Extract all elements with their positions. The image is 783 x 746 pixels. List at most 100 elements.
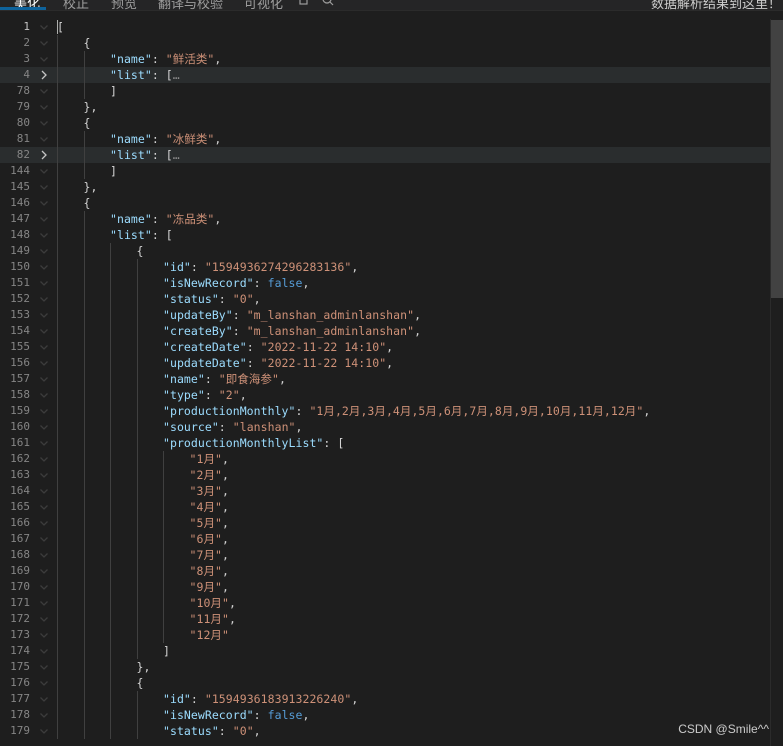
code-line[interactable]: 178 "isNewRecord": false,: [0, 707, 770, 723]
code-line[interactable]: 82 "list": […: [0, 147, 770, 163]
chevron-down-icon[interactable]: [38, 245, 50, 257]
chevron-down-icon[interactable]: [38, 677, 50, 689]
code-line[interactable]: 147 "name": "冻品类",: [0, 211, 770, 227]
chevron-down-icon[interactable]: [38, 725, 50, 737]
chevron-down-icon[interactable]: [38, 309, 50, 321]
code-line[interactable]: 179 "status": "0",: [0, 723, 770, 739]
code-line[interactable]: 168 "7月",: [0, 547, 770, 563]
chevron-down-icon[interactable]: [38, 709, 50, 721]
code-line[interactable]: 1[: [0, 19, 770, 35]
chevron-right-icon[interactable]: [38, 69, 50, 81]
code-line[interactable]: 162 "1月",: [0, 451, 770, 467]
chevron-down-icon[interactable]: [38, 613, 50, 625]
chevron-down-icon[interactable]: [38, 501, 50, 513]
code-line[interactable]: 171 "10月",: [0, 595, 770, 611]
code-line[interactable]: 4 "list": […: [0, 67, 770, 83]
chevron-down-icon[interactable]: [38, 549, 50, 561]
chevron-down-icon[interactable]: [38, 469, 50, 481]
chevron-down-icon[interactable]: [38, 373, 50, 385]
code-line[interactable]: 159 "productionMonthly": "1月,2月,3月,4月,5月,…: [0, 403, 770, 419]
code-line[interactable]: 145},: [0, 179, 770, 195]
chevron-down-icon[interactable]: [38, 629, 50, 641]
scrollbar-thumb[interactable]: [771, 20, 783, 298]
chevron-down-icon[interactable]: [38, 645, 50, 657]
code-line[interactable]: 79},: [0, 99, 770, 115]
chevron-down-icon[interactable]: [38, 197, 50, 209]
code-line[interactable]: 160 "source": "lanshan",: [0, 419, 770, 435]
chevron-down-icon[interactable]: [38, 21, 50, 33]
code-line[interactable]: 150 "id": "1594936274296283136",: [0, 259, 770, 275]
code-line[interactable]: 80 {: [0, 115, 770, 131]
code-line[interactable]: 81 "name": "冰鲜类",: [0, 131, 770, 147]
copy-icon[interactable]: [298, 0, 310, 6]
chevron-down-icon[interactable]: [38, 229, 50, 241]
code-line[interactable]: 173 "12月": [0, 627, 770, 643]
chevron-down-icon[interactable]: [38, 213, 50, 225]
code-line[interactable]: 144]: [0, 163, 770, 179]
code-line[interactable]: 151 "isNewRecord": false,: [0, 275, 770, 291]
code-editor[interactable]: 1[2{3 "name": "鲜活类", 4 "list": [… 78] 79}, 80{…: [0, 19, 770, 746]
fold-ellipsis[interactable]: …: [173, 148, 180, 162]
chevron-down-icon[interactable]: [38, 581, 50, 593]
code-line[interactable]: 153 "updateBy": "m_lanshan_adminlanshan",: [0, 307, 770, 323]
chevron-down-icon[interactable]: [38, 101, 50, 113]
code-line[interactable]: 156 "updateDate": "2022-11-22 14:10",: [0, 355, 770, 371]
chevron-down-icon[interactable]: [38, 133, 50, 145]
code-line[interactable]: 177 "id": "1594936183913226240",: [0, 691, 770, 707]
fold-ellipsis[interactable]: …: [173, 68, 180, 82]
chevron-down-icon[interactable]: [38, 293, 50, 305]
chevron-down-icon[interactable]: [38, 421, 50, 433]
code-line[interactable]: 172 "11月",: [0, 611, 770, 627]
code-line[interactable]: 157 "name": "即食海参",: [0, 371, 770, 387]
chevron-right-icon[interactable]: [38, 149, 50, 161]
chevron-down-icon[interactable]: [38, 565, 50, 577]
code-line[interactable]: 155 "createDate": "2022-11-22 14:10",: [0, 339, 770, 355]
chevron-down-icon[interactable]: [38, 437, 50, 449]
chevron-down-icon[interactable]: [38, 485, 50, 497]
code-line[interactable]: 167 "6月",: [0, 531, 770, 547]
code-line[interactable]: 3 "name": "鲜活类",: [0, 51, 770, 67]
chevron-down-icon[interactable]: [38, 597, 50, 609]
chevron-down-icon[interactable]: [38, 693, 50, 705]
chevron-down-icon[interactable]: [38, 261, 50, 273]
chevron-down-icon[interactable]: [38, 517, 50, 529]
code-line[interactable]: 148 "list": [: [0, 227, 770, 243]
chevron-down-icon[interactable]: [38, 533, 50, 545]
chevron-down-icon[interactable]: [38, 165, 50, 177]
code-line[interactable]: 158 "type": "2",: [0, 387, 770, 403]
chevron-down-icon[interactable]: [38, 325, 50, 337]
chevron-down-icon[interactable]: [38, 405, 50, 417]
chevron-down-icon[interactable]: [38, 389, 50, 401]
chevron-down-icon[interactable]: [38, 85, 50, 97]
chevron-down-icon[interactable]: [38, 357, 50, 369]
chevron-down-icon[interactable]: [38, 53, 50, 65]
chevron-down-icon[interactable]: [38, 117, 50, 129]
chevron-down-icon[interactable]: [38, 181, 50, 193]
code-line[interactable]: 169 "8月",: [0, 563, 770, 579]
tab-visualize[interactable]: 可视化: [244, 0, 283, 10]
tab-correct[interactable]: 校正: [63, 0, 89, 10]
code-line[interactable]: 176 {: [0, 675, 770, 691]
chevron-down-icon[interactable]: [38, 453, 50, 465]
code-line[interactable]: 164 "3月",: [0, 483, 770, 499]
code-line[interactable]: 78]: [0, 83, 770, 99]
code-line[interactable]: 149 {: [0, 243, 770, 259]
search-icon[interactable]: [322, 0, 334, 6]
code-line[interactable]: 146 {: [0, 195, 770, 211]
chevron-down-icon[interactable]: [38, 341, 50, 353]
chevron-down-icon[interactable]: [38, 277, 50, 289]
tab-preview[interactable]: 预览: [111, 0, 137, 10]
chevron-down-icon[interactable]: [38, 661, 50, 673]
code-line[interactable]: 161 "productionMonthlyList": [: [0, 435, 770, 451]
code-line[interactable]: 2{: [0, 35, 770, 51]
code-line[interactable]: 154 "createBy": "m_lanshan_adminlanshan",: [0, 323, 770, 339]
code-line[interactable]: 170 "9月",: [0, 579, 770, 595]
chevron-down-icon[interactable]: [38, 37, 50, 49]
code-line[interactable]: 166 "5月",: [0, 515, 770, 531]
tab-translate-validate[interactable]: 翻译与校验: [158, 0, 223, 10]
code-line[interactable]: 175},: [0, 659, 770, 675]
code-line[interactable]: 165 "4月",: [0, 499, 770, 515]
code-line[interactable]: 163 "2月",: [0, 467, 770, 483]
code-line[interactable]: 152 "status": "0",: [0, 291, 770, 307]
code-line[interactable]: 174]: [0, 643, 770, 659]
